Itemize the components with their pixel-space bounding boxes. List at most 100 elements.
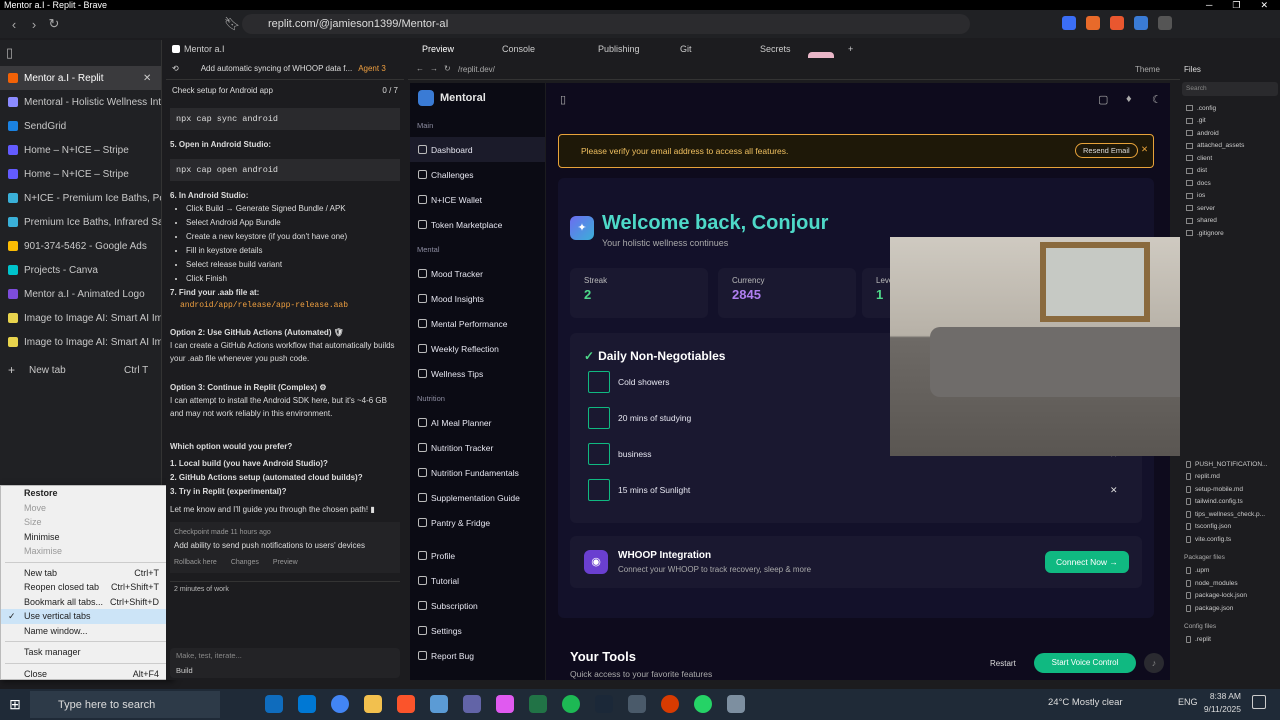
document-icon[interactable]: ▢ [1098,93,1108,106]
file-item[interactable]: setup-mobile.md [1180,483,1280,496]
close-banner-icon[interactable]: ✕ [1141,144,1148,155]
windows-start-icon[interactable]: ⊞ [0,696,30,713]
steam-icon[interactable] [595,695,613,713]
language[interactable]: ENG [1178,697,1198,707]
browser-tab[interactable]: Image to Image AI: Smart AI Image [0,306,161,330]
menu-item[interactable]: Restore [1,486,171,501]
file-item[interactable]: attached_assets [1180,140,1280,153]
file-item[interactable]: .git [1180,115,1280,128]
browser-tab[interactable]: N+ICE - Premium Ice Baths, Portabl [0,186,161,210]
file-item[interactable]: ios [1180,190,1280,203]
moon-icon[interactable]: ☾ [1152,93,1162,106]
tab-preview[interactable]: Preview [422,44,454,54]
extension-icon[interactable] [1086,16,1100,30]
sidebar-item-challenges[interactable]: Challenges [410,162,545,187]
edge-icon[interactable] [265,695,283,713]
menu-item[interactable]: Reopen closed tab Ctrl+Shift+T [1,580,171,595]
new-tab-button[interactable]: + New tab Ctrl T [0,358,161,382]
tab-console[interactable]: Console [502,44,535,54]
sidebar-item-profile[interactable]: Profile [410,543,545,568]
forward-icon[interactable]: → [430,64,438,73]
sidebar-item-tutorial[interactable]: Tutorial [410,568,545,593]
menu-item[interactable]: ✓ Use vertical tabs [1,609,171,624]
task-progress[interactable]: Check setup for Android app 0 / 7 [166,80,404,100]
add-tab-icon[interactable]: + [848,44,853,54]
spotify-icon[interactable] [562,695,580,713]
notification-icon[interactable] [1252,695,1266,709]
clock-time[interactable]: 8:38 AM [1205,691,1241,701]
browser-tab[interactable]: Mentor a.I - Animated Logo [0,282,161,306]
file-item[interactable]: android [1180,127,1280,140]
file-item[interactable]: tips_wellness_check.p... [1180,508,1280,521]
sidebar-item-dashboard[interactable]: Dashboard [410,137,545,162]
extension-icon[interactable] [1062,16,1076,30]
file-item[interactable]: replit.md [1180,471,1280,484]
browser-tab[interactable]: Premium Ice Baths, Infrared Sauna [0,210,161,234]
sidebar-item-subscription[interactable]: Subscription [410,593,545,618]
rollback-button[interactable]: Rollback here [174,556,217,569]
weather[interactable]: 24°C Mostly clear [1048,697,1123,708]
sidebar-item-settings[interactable]: Settings [410,618,545,643]
explorer-icon[interactable] [364,695,382,713]
sidebar-item-mental-performance[interactable]: Mental Performance [410,311,545,336]
address-bar[interactable]: replit.com/@jamieson1399/Mentor-aI [242,14,970,34]
browser-tab[interactable]: Home – N+ICE – Stripe [0,162,161,186]
menu-item[interactable]: Close Alt+F4 [1,667,171,682]
back-icon[interactable]: ← [416,64,424,73]
agent-input[interactable]: Make, test, iterate... Build [170,648,400,678]
habit-checkbox[interactable] [588,443,610,465]
panel-toggle-icon[interactable]: ▯ [560,93,566,106]
restart-button[interactable]: Restart [990,659,1016,668]
file-item[interactable]: .replit [1180,634,1280,647]
changes-button[interactable]: Changes [231,556,259,569]
sidebar-item-report-bug[interactable]: Report Bug [410,643,545,668]
app-icon[interactable] [661,695,679,713]
browser-tab[interactable]: Projects - Canva [0,258,161,282]
close-icon[interactable]: ✕ [1260,0,1268,10]
sidebar-toggle-icon[interactable]: ▯ [0,40,161,66]
pin-icon[interactable]: ♦ [1126,93,1132,105]
app-icon[interactable] [430,695,448,713]
sidebar-item-supplementation-guide[interactable]: Supplementation Guide [410,485,545,510]
restore-icon[interactable]: ❐ [1232,0,1240,10]
connect-whoop-button[interactable]: Connect Now → [1045,551,1129,573]
extension-icon[interactable] [1134,16,1148,30]
clock-date[interactable]: 9/11/2025 [1200,704,1241,714]
tab-git[interactable]: Git [680,44,692,54]
file-item[interactable]: .upm [1180,565,1280,578]
file-item[interactable]: vite.config.ts [1180,533,1280,546]
sidebar-item-mood-tracker[interactable]: Mood Tracker [410,261,545,286]
browser-tab[interactable]: Mentor a.I - Replit ✕ [0,66,161,90]
work-summary[interactable]: 2 minutes of work [170,581,400,597]
habit-checkbox[interactable] [588,479,610,501]
sidebar-item-pantry-fridge[interactable]: Pantry & Fridge [410,510,545,535]
browser-tab[interactable]: SendGrid [0,114,161,138]
forward-icon[interactable]: › [24,14,44,34]
tab-secrets[interactable]: Secrets [760,44,791,54]
file-item[interactable]: tailwind.config.ts [1180,496,1280,509]
file-item[interactable]: node_modules [1180,577,1280,590]
bookmark-icon[interactable]: 🔖︎ [222,14,242,34]
remove-habit-icon[interactable]: ✕ [1110,485,1118,496]
sidebar-item-nutrition-fundamentals[interactable]: Nutrition Fundamentals [410,460,545,485]
file-item[interactable]: tsconfig.json [1180,521,1280,534]
chrome-icon[interactable] [331,695,349,713]
preview-button[interactable]: Preview [273,556,298,569]
preview-url[interactable]: /replit.dev/ [458,65,495,74]
minimize-icon[interactable]: ─ [1206,0,1212,10]
whatsapp-icon[interactable] [694,695,712,713]
theme-button[interactable]: Theme [1135,65,1160,74]
history-icon[interactable]: ⟲ [172,64,179,73]
habit-checkbox[interactable] [588,371,610,393]
sidebar-item-n-ice-wallet[interactable]: N+ICE Wallet [410,187,545,212]
sidebar-item-wellness-tips[interactable]: Wellness Tips [410,361,545,386]
menu-item[interactable]: Task manager [1,645,171,660]
extension-icon[interactable] [1110,16,1124,30]
voice-control-button[interactable]: Start Voice Control [1034,653,1136,673]
menu-item[interactable]: Minimise [1,530,171,545]
browser-tab[interactable]: Home – N+ICE – Stripe [0,138,161,162]
file-item[interactable]: server [1180,202,1280,215]
menu-item[interactable]: Name window... [1,624,171,639]
mic-icon[interactable]: ♪ [1144,653,1164,673]
file-item[interactable]: .config [1180,102,1280,115]
